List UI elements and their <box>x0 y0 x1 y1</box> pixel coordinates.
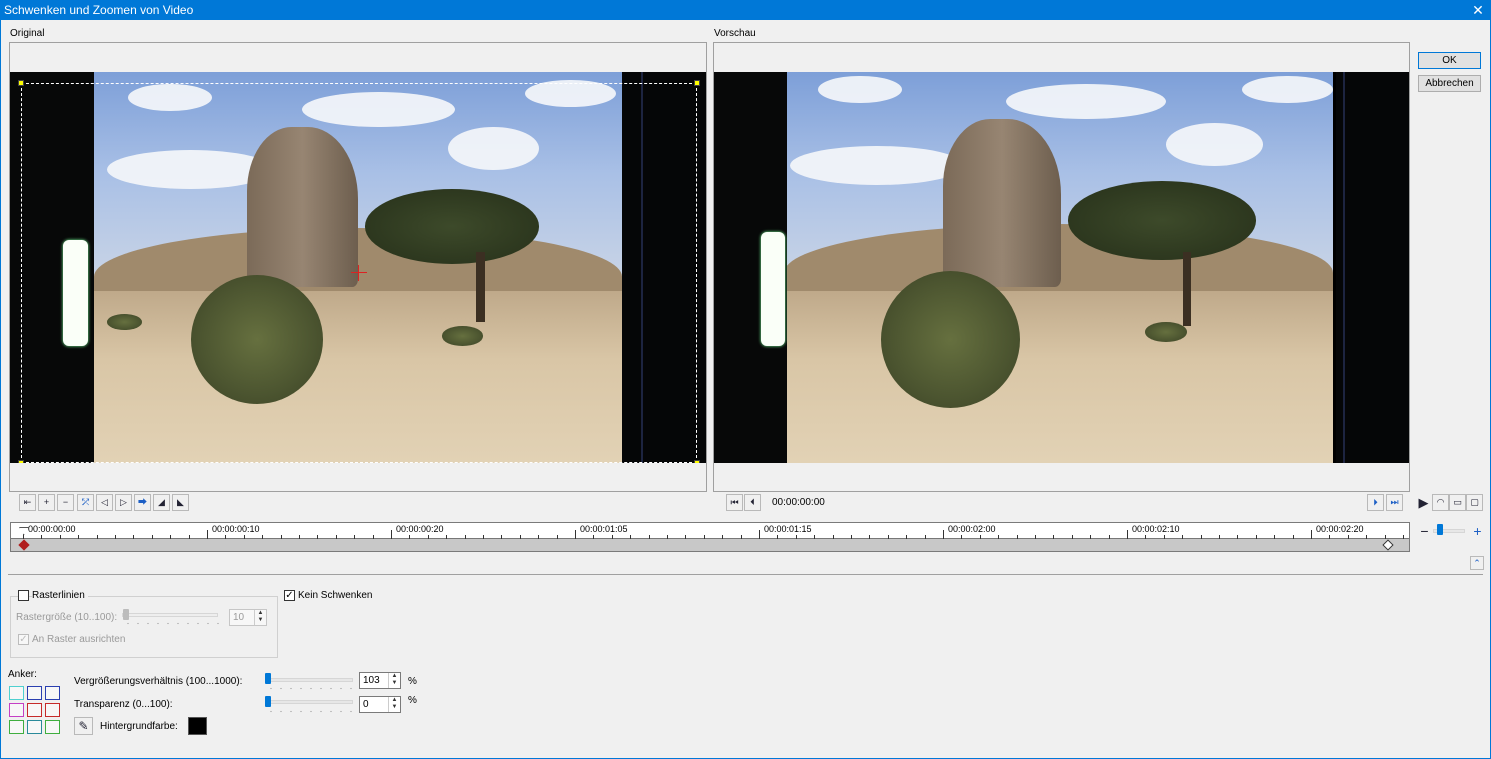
original-video-frame[interactable] <box>10 72 706 463</box>
anchor-middle-right[interactable] <box>45 703 60 717</box>
copy-keyframe-icon[interactable]: ⮕ <box>134 494 151 511</box>
no-pan-checkbox[interactable]: ✓ <box>284 590 295 601</box>
monitor-icon[interactable]: ▭ <box>1449 494 1466 511</box>
preview-video-frame <box>714 72 1409 463</box>
no-pan-label: Kein Schwenken <box>298 590 373 601</box>
crop-handle-bottom-right[interactable] <box>694 460 700 463</box>
transparency-slider[interactable] <box>265 700 353 704</box>
ruler-tick <box>943 530 944 539</box>
keyframe-track[interactable] <box>11 539 1409 551</box>
grid-size-spinner[interactable]: 10 ▲ ▼ <box>229 609 267 626</box>
timecode-display: 00:00:00:00 <box>772 497 825 508</box>
anchor-top-center[interactable] <box>27 686 42 700</box>
anchor-label: Anker: <box>8 669 37 680</box>
collapse-panel-icon[interactable]: ⌃ <box>1470 556 1484 570</box>
eyedropper-icon[interactable]: ✎ <box>74 717 93 735</box>
window-title: Schwenken und Zoomen von Video <box>4 3 194 17</box>
separator <box>8 574 1483 575</box>
zoom-ratio-slider[interactable] <box>265 678 353 682</box>
grid-size-value: 10 <box>233 612 245 623</box>
go-to-end-icon[interactable]: ⏭ <box>1386 494 1403 511</box>
ruler-tick <box>1311 530 1312 539</box>
original-pane <box>9 42 707 492</box>
zoom-unit: % <box>408 676 417 687</box>
ruler-tick <box>207 530 208 539</box>
crop-handle-top-right[interactable] <box>694 80 700 86</box>
ok-button[interactable]: OK <box>1418 52 1481 69</box>
step-back-icon[interactable]: ⏴ <box>744 494 761 511</box>
tick-label: 00:00:02:20 <box>1316 524 1364 534</box>
preview-image <box>714 72 1409 463</box>
anchor-top-left[interactable] <box>9 686 24 700</box>
ruler-tick <box>391 530 392 539</box>
reset-icon[interactable]: ⤱ <box>77 494 94 511</box>
spinner-arrows-icon[interactable]: ▲ ▼ <box>388 673 400 688</box>
align-left-icon[interactable]: ◢ <box>153 494 170 511</box>
tick-label: 00:00:00:00 <box>28 524 76 534</box>
original-label: Original <box>10 28 45 39</box>
title-bar: Schwenken und Zoomen von Video ✕ <box>0 0 1491 20</box>
transparency-label: Transparenz (0...100): <box>74 699 173 710</box>
zoom-ratio-value: 103 <box>363 675 380 686</box>
step-forward-icon[interactable]: ⏵ <box>1367 494 1384 511</box>
timeline[interactable]: 00:00:00:00 00:00:00:10 00:00:00:20 00:0… <box>10 522 1410 552</box>
timeline-zoom-thumb[interactable] <box>1437 524 1443 535</box>
zoom-ratio-label: Vergrößerungsverhältnis (100...1000): <box>74 676 243 687</box>
transparency-thumb[interactable] <box>265 696 271 707</box>
tick-label: 00:00:00:20 <box>396 524 444 534</box>
background-color-label: Hintergrundfarbe: <box>100 721 178 732</box>
transparency-value: 0 <box>363 699 369 710</box>
tick-label: 00:00:01:15 <box>764 524 812 534</box>
grid-groupbox <box>10 596 278 658</box>
crop-handle-bottom-left[interactable] <box>18 460 24 463</box>
zoom-ratio-thumb[interactable] <box>265 673 271 684</box>
snap-to-grid-checkbox[interactable]: ✓ <box>18 634 29 645</box>
move-left-icon[interactable]: ⇤ <box>19 494 36 511</box>
anchor-center[interactable] <box>27 703 42 717</box>
grid-lines-label: Rasterlinien <box>32 590 88 601</box>
tick-label: 00:00:00:10 <box>212 524 260 534</box>
transparency-spinner[interactable]: 0 ▲ ▼ <box>359 696 401 713</box>
anchor-top-right[interactable] <box>45 686 60 700</box>
fullscreen-icon[interactable]: ▢ <box>1466 494 1483 511</box>
cancel-button[interactable]: Abbrechen <box>1418 75 1481 92</box>
anchor-middle-left[interactable] <box>9 703 24 717</box>
background-color-swatch[interactable] <box>188 717 207 735</box>
center-crosshair-icon[interactable] <box>351 265 367 281</box>
close-icon[interactable]: ✕ <box>1465 0 1491 20</box>
tick-label: 00:00:01:05 <box>580 524 628 534</box>
zoom-ratio-spinner[interactable]: 103 ▲ ▼ <box>359 672 401 689</box>
ruler-tick <box>575 530 576 539</box>
align-right-icon[interactable]: ◣ <box>172 494 189 511</box>
previous-keyframe-icon[interactable]: ◁ <box>96 494 113 511</box>
grid-lines-checkbox[interactable] <box>18 590 29 601</box>
timeline-ruler: 00:00:00:00 00:00:00:10 00:00:00:20 00:0… <box>11 523 1409 539</box>
anchor-bottom-center[interactable] <box>27 720 42 734</box>
tick-label: 00:00:02:10 <box>1132 524 1180 534</box>
add-keyframe-icon[interactable]: + <box>38 494 55 511</box>
crop-handle-top-left[interactable] <box>18 80 24 86</box>
ruler-tick <box>759 530 760 539</box>
grid-size-slider[interactable] <box>122 613 218 617</box>
anchor-bottom-left[interactable] <box>9 720 24 734</box>
next-keyframe-icon[interactable]: ▷ <box>115 494 132 511</box>
spinner-arrows-icon[interactable]: ▲ ▼ <box>388 697 400 712</box>
spinner-arrows-icon[interactable]: ▲ ▼ <box>254 610 266 625</box>
play-icon[interactable]: ▶ <box>1415 494 1432 511</box>
grid-size-thumb[interactable] <box>123 609 129 620</box>
preview-label: Vorschau <box>714 28 756 39</box>
zoom-out-icon[interactable]: − <box>1416 522 1433 539</box>
tick-label: 00:00:02:00 <box>948 524 996 534</box>
snap-to-grid-label: An Raster ausrichten <box>32 634 126 645</box>
ruler-tick <box>1127 530 1128 539</box>
go-to-start-icon[interactable]: ⏮ <box>726 494 743 511</box>
remove-keyframe-icon[interactable]: − <box>57 494 74 511</box>
transparency-unit: % <box>408 695 417 706</box>
preview-pane <box>713 42 1410 492</box>
zoom-in-icon[interactable]: + <box>1469 522 1486 539</box>
anchor-bottom-right[interactable] <box>45 720 60 734</box>
grid-size-label: Rastergröße (10..100): <box>16 612 118 623</box>
loop-icon[interactable]: ◠ <box>1432 494 1449 511</box>
